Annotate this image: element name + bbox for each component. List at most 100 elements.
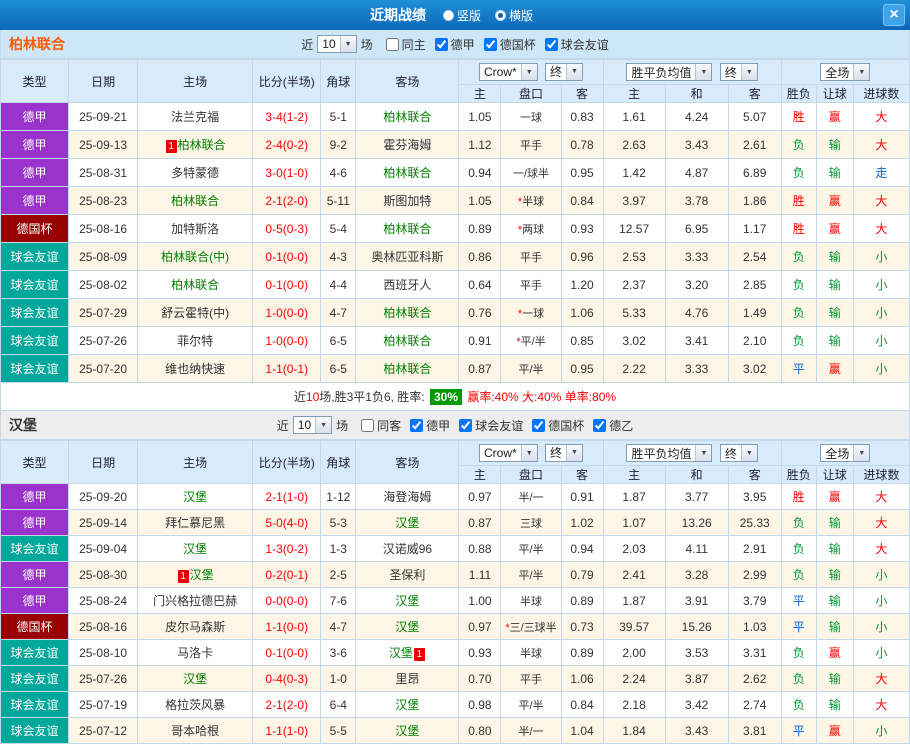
filter-option-德甲[interactable]: 德甲 bbox=[434, 36, 475, 53]
team-name[interactable]: 柏林联合 bbox=[178, 138, 226, 152]
team-name[interactable]: 霍芬海姆 bbox=[383, 138, 431, 152]
wdl-average-select[interactable]: 胜平负均值 ▼ bbox=[626, 444, 713, 462]
result-handicap: 赢 bbox=[815, 717, 854, 744]
col-home: 主场 bbox=[137, 59, 254, 103]
team-name[interactable]: 柏林联合 bbox=[171, 278, 219, 292]
match-date: 25-08-24 bbox=[68, 587, 139, 614]
fulltime-select[interactable]: 全场 ▼ bbox=[820, 444, 871, 462]
filter-option-球会友谊[interactable]: 球会友谊 bbox=[544, 36, 609, 53]
layout-option-vertical[interactable]: 竖版 bbox=[442, 7, 481, 24]
team-name[interactable]: 柏林联合 bbox=[171, 194, 219, 208]
team-name[interactable]: 汉诺威96 bbox=[383, 542, 432, 556]
result-wdl: 胜 bbox=[780, 186, 817, 215]
corner-count: 4-3 bbox=[320, 242, 357, 271]
team-name[interactable]: 汉堡 bbox=[183, 672, 207, 686]
filter-checkbox[interactable] bbox=[544, 37, 558, 51]
team-name[interactable]: 菲尔特 bbox=[177, 334, 213, 348]
filter-option-同主[interactable]: 同主 bbox=[385, 36, 426, 53]
bookmaker-select[interactable]: Crow* ▼ bbox=[478, 63, 538, 82]
match-count-select[interactable]: 10 ▼ bbox=[317, 35, 357, 53]
team-name[interactable]: 皮尔马森斯 bbox=[165, 620, 225, 634]
team-name[interactable]: 法兰克福 bbox=[171, 110, 219, 124]
filter-option-德国杯[interactable]: 德国杯 bbox=[483, 36, 536, 53]
match-count-select[interactable]: 10 ▼ bbox=[292, 416, 333, 434]
team-name[interactable]: 汉堡 bbox=[190, 568, 214, 582]
filter-option-德乙[interactable]: 德乙 bbox=[593, 417, 633, 434]
filter-checkbox[interactable] bbox=[483, 37, 497, 51]
away-team-cell: 圣保利 bbox=[355, 561, 460, 588]
filter-option-德国杯[interactable]: 德国杯 bbox=[532, 417, 584, 434]
final-odds-select[interactable]: 终 ▼ bbox=[545, 443, 584, 462]
odds-home: 0.91 bbox=[458, 326, 502, 355]
team-name[interactable]: 海登海姆 bbox=[383, 490, 431, 504]
team-name[interactable]: 柏林联合 bbox=[383, 110, 431, 124]
team-name[interactable]: 汉堡 bbox=[395, 594, 419, 608]
col-result: 胜负 bbox=[780, 84, 817, 103]
filter-label: 德甲 bbox=[450, 37, 475, 52]
away-team-cell: 汉堡 bbox=[355, 691, 460, 718]
team-name[interactable]: 多特蒙德 bbox=[171, 166, 219, 180]
final-avg-select[interactable]: 终 ▼ bbox=[719, 444, 758, 462]
team-name[interactable]: 维也纳快速 bbox=[165, 362, 225, 376]
filter-checkbox[interactable] bbox=[361, 418, 375, 432]
layout-option-horizontal[interactable]: 横版 bbox=[495, 7, 533, 24]
match-score: 0-5(0-3) bbox=[252, 214, 322, 243]
team-name[interactable]: 加特斯洛 bbox=[171, 222, 219, 236]
odds-away: 1.04 bbox=[560, 717, 604, 744]
filter-option-德甲[interactable]: 德甲 bbox=[410, 417, 450, 434]
team-name[interactable]: 柏林联合(中) bbox=[161, 250, 229, 264]
team-name[interactable]: 哥本哈根 bbox=[171, 724, 219, 738]
team-name[interactable]: 西班牙人 bbox=[383, 278, 431, 292]
team-name[interactable]: 柏林联合 bbox=[383, 166, 431, 180]
avg-win: 2.53 bbox=[602, 242, 666, 271]
filter-checkbox[interactable] bbox=[434, 37, 448, 51]
final-avg-select[interactable]: 终 ▼ bbox=[719, 63, 758, 81]
filter-checkbox[interactable] bbox=[385, 37, 399, 51]
team-name[interactable]: 斯图加特 bbox=[383, 194, 431, 208]
team-name[interactable]: 拜仁慕尼黑 bbox=[165, 516, 225, 530]
team-name[interactable]: 汉堡 bbox=[395, 620, 419, 634]
handicap-value: *两球 bbox=[500, 214, 562, 243]
team-name[interactable]: 里昂 bbox=[395, 672, 419, 686]
final-odds-select[interactable]: 终 ▼ bbox=[545, 62, 584, 81]
team-name[interactable]: 舒云霍特(中) bbox=[161, 306, 229, 320]
red-card-badge: 1 bbox=[177, 570, 189, 583]
avg-draw: 3.53 bbox=[664, 639, 729, 666]
avg-lose: 25.33 bbox=[727, 509, 782, 536]
team-name[interactable]: 汉堡 bbox=[389, 646, 413, 660]
team-name[interactable]: 汉堡 bbox=[183, 490, 207, 504]
filter-option-同客[interactable]: 同客 bbox=[361, 417, 401, 434]
avg-draw: 4.87 bbox=[664, 158, 729, 187]
team-name[interactable]: 柏林联合 bbox=[383, 222, 431, 236]
odds-home: 1.05 bbox=[458, 186, 502, 215]
team-name[interactable]: 柏林联合 bbox=[383, 334, 431, 348]
team-name[interactable]: 马洛卡 bbox=[177, 646, 213, 660]
team-name[interactable]: 门兴格拉德巴赫 bbox=[153, 594, 237, 608]
fulltime-select[interactable]: 全场 ▼ bbox=[820, 63, 871, 81]
result-goals: 大 bbox=[852, 691, 910, 718]
result-goals: 小 bbox=[852, 354, 910, 383]
team-name[interactable]: 汉堡 bbox=[395, 698, 419, 712]
team-name[interactable]: 汉堡 bbox=[395, 516, 419, 530]
filter-checkbox[interactable] bbox=[593, 418, 607, 432]
team-name[interactable]: 汉堡 bbox=[395, 724, 419, 738]
handicap-value: 半/一 bbox=[500, 717, 562, 744]
wdl-average-select[interactable]: 胜平负均值 ▼ bbox=[626, 63, 713, 81]
result-wdl: 负 bbox=[780, 326, 817, 355]
filter-checkbox-group: 同客 德甲 球会友谊 德国杯 德乙 bbox=[352, 417, 633, 434]
team-name[interactable]: 汉堡 bbox=[183, 542, 207, 556]
team-name[interactable]: 奥林匹亚科斯 bbox=[371, 250, 443, 264]
filter-checkbox[interactable] bbox=[459, 418, 473, 432]
team-name[interactable]: 格拉茨风暴 bbox=[165, 698, 225, 712]
handicap-value: 平/半 bbox=[500, 691, 562, 718]
filter-option-球会友谊[interactable]: 球会友谊 bbox=[459, 417, 523, 434]
team-name[interactable]: 圣保利 bbox=[389, 568, 425, 582]
bookmaker-select[interactable]: Crow* ▼ bbox=[478, 444, 538, 463]
avg-win: 3.97 bbox=[602, 186, 666, 215]
team-name[interactable]: 柏林联合 bbox=[383, 362, 431, 376]
filter-checkbox[interactable] bbox=[532, 418, 546, 432]
team-name[interactable]: 柏林联合 bbox=[383, 306, 431, 320]
close-button[interactable]: × bbox=[883, 4, 905, 26]
summary-row: 近10场,胜3平1负6, 胜率: 30% 赢率:40% 大:40% 单率:80% bbox=[0, 382, 910, 411]
filter-checkbox[interactable] bbox=[410, 418, 424, 432]
